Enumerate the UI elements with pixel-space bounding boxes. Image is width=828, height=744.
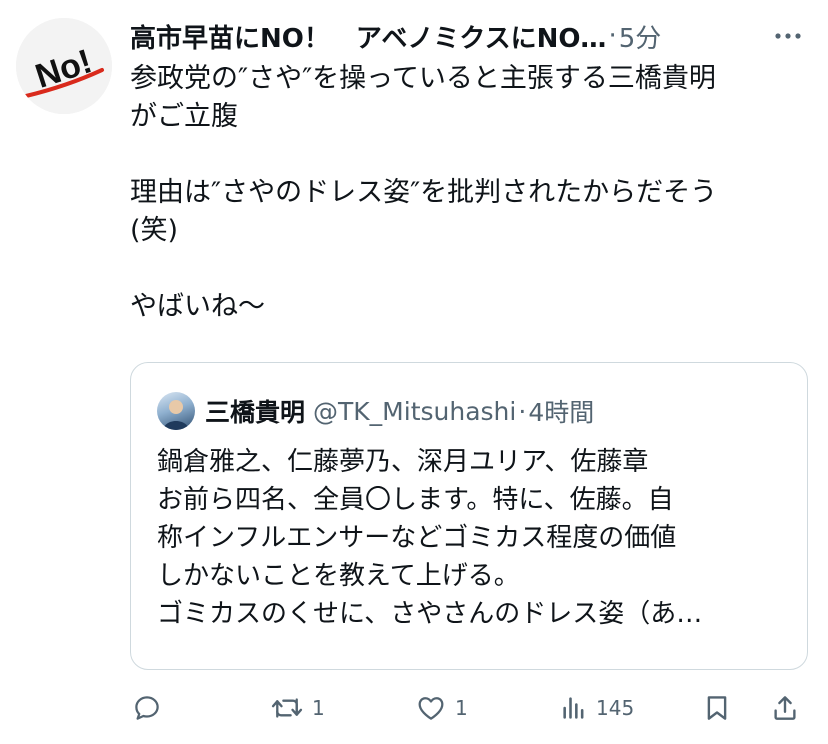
quoted-author-handle[interactable]: @TK_Mitsuhashi: [313, 397, 516, 426]
post-time[interactable]: 5分: [619, 18, 662, 55]
repost-icon: [271, 698, 303, 718]
repost-button[interactable]: 1: [270, 686, 325, 730]
share-button[interactable]: [770, 686, 800, 730]
more-button[interactable]: [768, 22, 808, 50]
separator-dot: ·: [608, 21, 617, 51]
more-icon: [775, 33, 801, 39]
post-header: 高市早苗にNO！ アベノミクスにNO… · 5分: [130, 16, 808, 56]
author-avatar[interactable]: No!: [16, 18, 112, 114]
post-text: 参政党の″さや″を操っていると主張する三橋貴明 がご立腹 理由は″さやのドレス姿…: [130, 63, 718, 322]
quoted-author-name[interactable]: 三橋貴明: [205, 393, 305, 429]
reply-button[interactable]: [132, 686, 170, 730]
bookmark-icon: [707, 696, 727, 720]
like-count: 1: [455, 696, 468, 720]
like-button[interactable]: 1: [415, 686, 468, 730]
views-icon: [563, 697, 584, 719]
bookmark-button[interactable]: [702, 686, 732, 730]
no-logo: No!: [16, 18, 112, 114]
quoted-post[interactable]: 三橋貴明 @TK_Mitsuhashi · 4時間 鍋倉雅之、仁藤夢乃、深月ユリ…: [130, 362, 808, 670]
heart-icon: [418, 697, 444, 720]
quoted-author-avatar[interactable]: [157, 392, 195, 430]
repost-count: 1: [312, 696, 325, 720]
views-count: 145: [596, 696, 635, 720]
views-button[interactable]: 145: [560, 686, 634, 730]
share-icon: [774, 696, 796, 720]
separator-dot: ·: [518, 396, 527, 426]
quoted-post-time[interactable]: 4時間: [528, 393, 594, 429]
reply-icon: [135, 696, 159, 720]
quoted-post-text: 鍋倉雅之、仁藤夢乃、深月ユリア、佐藤章 お前ら四名、全員〇します。特に、佐藤。自…: [157, 447, 703, 629]
person-photo: [163, 400, 189, 430]
action-bar: 1 1 145: [130, 686, 810, 730]
author-name[interactable]: 高市早苗にNO！ アベノミクスにNO…: [130, 18, 606, 55]
quoted-post-header: 三橋貴明 @TK_Mitsuhashi · 4時間: [157, 392, 594, 430]
